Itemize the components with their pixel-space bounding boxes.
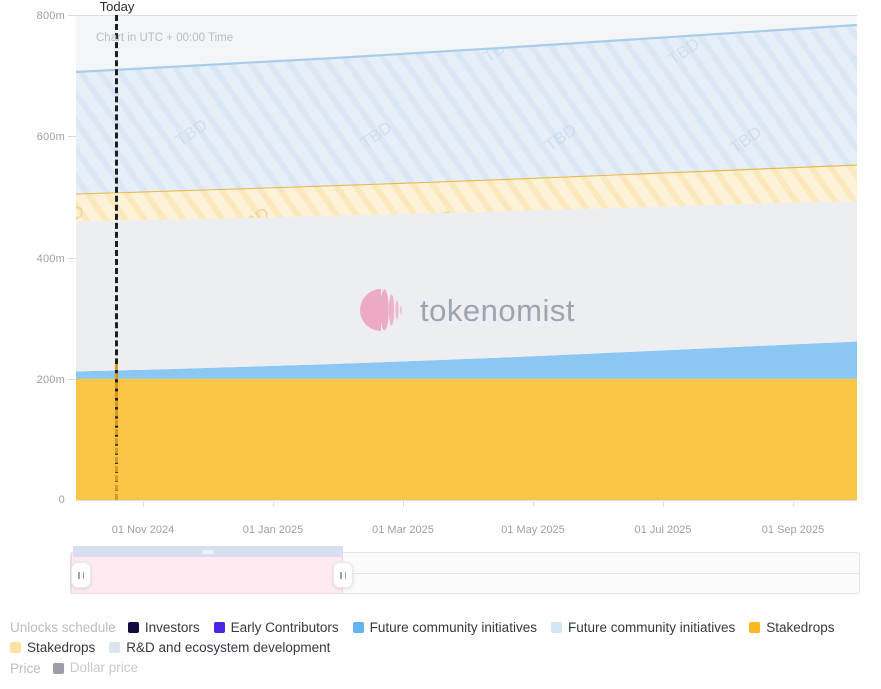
- range-slider[interactable]: [70, 546, 860, 594]
- legend-item-stakedrops-light[interactable]: Stakedrops: [10, 641, 95, 655]
- legend-label-stakedrops-light: Stakedrops: [27, 641, 95, 655]
- legend-title-unlocks: Unlocks schedule: [10, 620, 116, 635]
- legend-swatch-rnd-ecosystem: [109, 642, 120, 653]
- legend-item-future-community-light[interactable]: Future community initiatives: [551, 621, 735, 635]
- legend-swatch-stakedrops-solid: [749, 622, 760, 633]
- legend-swatch-future-community-light: [551, 622, 562, 633]
- legend-label-rnd-ecosystem: R&D and ecosystem development: [126, 641, 330, 655]
- legend-item-future-community-solid[interactable]: Future community initiatives: [353, 621, 537, 635]
- x-tick-2: [403, 501, 404, 507]
- x-axis-label-4: 01 Jul 2025: [635, 525, 692, 536]
- x-axis-label-3: 01 May 2025: [501, 525, 565, 536]
- legend-swatch-early-contributors: [214, 622, 225, 633]
- y-axis-label-600m: 600m: [37, 132, 65, 143]
- range-slider-selection[interactable]: [71, 552, 343, 594]
- plot-svg: TBD TBD: [76, 15, 857, 500]
- plot-area[interactable]: TBD TBD: [76, 15, 857, 500]
- range-slider-topbar-grip-icon[interactable]: [202, 550, 214, 554]
- y-tick-400m: [68, 258, 76, 259]
- utc-note: Chart in UTC + 00:00 Time: [96, 33, 233, 45]
- y-axis-label-400m: 400m: [37, 254, 65, 265]
- x-tick-5: [793, 501, 794, 507]
- x-tick-0: [143, 501, 144, 507]
- y-tick-600m: [68, 136, 76, 137]
- legend-row-price: Price Dollar price: [10, 661, 876, 676]
- x-tick-4: [663, 501, 664, 507]
- legend: Unlocks schedule Investors Early Contrib…: [10, 620, 876, 682]
- legend-item-early-contributors[interactable]: Early Contributors: [214, 621, 339, 635]
- unlocks-schedule-chart: TBD TBD: [0, 0, 881, 689]
- today-marker-label: Today: [100, 0, 135, 13]
- legend-swatch-investors: [128, 622, 139, 633]
- y-tick-200m: [68, 379, 76, 380]
- x-axis-label-2: 01 Mar 2025: [372, 525, 434, 536]
- legend-item-investors[interactable]: Investors: [128, 621, 200, 635]
- legend-label-early-contributors: Early Contributors: [231, 621, 339, 635]
- x-tick-1: [273, 501, 274, 507]
- legend-title-price: Price: [10, 661, 41, 676]
- range-slider-handle-right[interactable]: [333, 562, 353, 588]
- x-axis-label-1: 01 Jan 2025: [243, 525, 304, 536]
- x-tick-3: [533, 501, 534, 507]
- legend-row-unlocks: Unlocks schedule Investors Early Contrib…: [10, 620, 876, 635]
- legend-item-stakedrops-solid[interactable]: Stakedrops: [749, 621, 834, 635]
- x-axis-label-0: 01 Nov 2024: [112, 525, 174, 536]
- legend-swatch-future-community-solid: [353, 622, 364, 633]
- range-slider-topbar[interactable]: [73, 546, 343, 557]
- legend-label-future-community-solid: Future community initiatives: [370, 621, 537, 635]
- x-axis-line: [76, 500, 857, 501]
- range-slider-handle-left[interactable]: [71, 562, 91, 588]
- legend-label-investors: Investors: [145, 621, 200, 635]
- x-axis-label-5: 01 Sep 2025: [762, 525, 824, 536]
- legend-swatch-stakedrops-light: [10, 642, 21, 653]
- y-axis-label-0: 0: [59, 495, 65, 506]
- y-tick-800m: [68, 15, 76, 16]
- legend-label-stakedrops-solid: Stakedrops: [766, 621, 834, 635]
- legend-swatch-dollar-price: [53, 663, 64, 674]
- y-axis-label-200m: 200m: [37, 375, 65, 386]
- legend-label-future-community-light: Future community initiatives: [568, 621, 735, 635]
- area-rnd-ecosystem: [76, 201, 857, 372]
- legend-item-rnd-ecosystem[interactable]: R&D and ecosystem development: [109, 641, 330, 655]
- area-stakedrops-solid: [76, 379, 857, 500]
- legend-label-dollar-price: Dollar price: [70, 661, 138, 675]
- legend-item-dollar-price[interactable]: Dollar price: [53, 661, 138, 675]
- today-marker-line-amber: [115, 364, 118, 500]
- legend-row-unlocks-continued: Stakedrops R&D and ecosystem development: [10, 641, 876, 655]
- y-axis-label-800m: 800m: [37, 11, 65, 22]
